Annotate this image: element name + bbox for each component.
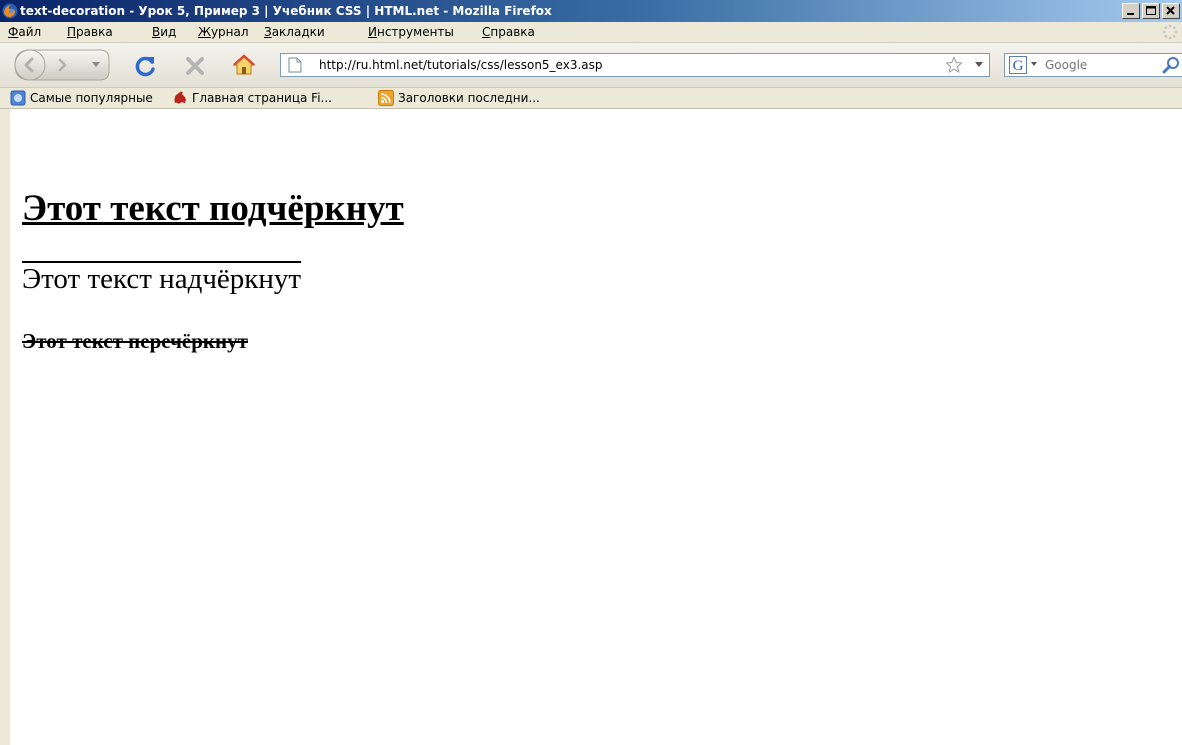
menu-view-label: ид bbox=[160, 25, 177, 39]
menu-bookmarks[interactable]: Закладки bbox=[264, 25, 325, 39]
rss-feed-icon bbox=[378, 90, 394, 106]
bookmark-firefox-home-label: Главная страница Fi... bbox=[192, 91, 332, 105]
search-engine-dropdown-icon[interactable] bbox=[1031, 62, 1037, 67]
google-icon[interactable]: G bbox=[1009, 56, 1027, 74]
menu-help[interactable]: Справка bbox=[482, 25, 535, 39]
menu-file-label: айл bbox=[18, 25, 42, 39]
menu-edit-accel: П bbox=[67, 25, 77, 39]
forward-icon[interactable] bbox=[54, 57, 70, 73]
window-title: text-decoration - Урок 5, Пример 3 | Уче… bbox=[20, 4, 552, 18]
menu-history[interactable]: Журнал bbox=[198, 25, 249, 39]
magnifier-icon[interactable] bbox=[1162, 56, 1180, 74]
linethrough-heading: Этот текст перечёркнут bbox=[22, 329, 248, 353]
menu-tools[interactable]: Инструменты bbox=[368, 25, 454, 39]
minimize-icon bbox=[1127, 13, 1134, 15]
svg-text:G: G bbox=[1013, 58, 1024, 74]
menu-file[interactable]: Файл bbox=[8, 25, 41, 39]
bookmark-star-icon[interactable] bbox=[945, 56, 963, 74]
underlined-heading: Этот текст подчёркнут bbox=[22, 188, 404, 229]
close-button[interactable] bbox=[1162, 3, 1180, 19]
menu-help-label: правка bbox=[490, 25, 535, 39]
overlined-heading: Этот текст надчёркнут bbox=[22, 263, 302, 295]
menu-file-accel: Ф bbox=[8, 25, 19, 39]
home-icon[interactable] bbox=[232, 53, 256, 77]
bookmark-news-headlines-label: Заголовки последни... bbox=[398, 91, 540, 105]
close-icon bbox=[1166, 6, 1175, 15]
browser-window: text-decoration - Урок 5, Пример 3 | Уче… bbox=[0, 0, 1182, 745]
firefox-home-icon bbox=[174, 91, 186, 104]
bookmarks-toolbar: Самые популярные Главная страница Fi... … bbox=[0, 88, 1182, 109]
search-input[interactable] bbox=[1045, 55, 1145, 75]
menu-bookmarks-label: акладки bbox=[271, 25, 325, 39]
url-text[interactable]: http://ru.html.net/tutorials/css/lesson5… bbox=[319, 54, 603, 76]
window-controls bbox=[1122, 3, 1180, 19]
page-content: Этот текст подчёркнут Этот текст надчёрк… bbox=[0, 109, 1182, 745]
firefox-icon bbox=[2, 3, 18, 19]
reload-icon[interactable] bbox=[134, 54, 158, 78]
menu-view-accel: В bbox=[152, 25, 161, 39]
menu-history-label: урнал bbox=[210, 25, 249, 39]
minimize-button[interactable] bbox=[1122, 3, 1140, 19]
menu-history-accel: Ж bbox=[198, 25, 211, 39]
url-dropdown-icon[interactable] bbox=[975, 62, 983, 68]
maximize-icon bbox=[1146, 6, 1156, 15]
menu-tools-accel: И bbox=[368, 25, 377, 39]
page-icon bbox=[288, 57, 302, 73]
menu-tools-label: нструменты bbox=[376, 25, 454, 39]
title-bar: text-decoration - Урок 5, Пример 3 | Уче… bbox=[0, 0, 1182, 22]
address-bar[interactable]: http://ru.html.net/tutorials/css/lesson5… bbox=[280, 53, 990, 77]
menu-view[interactable]: Вид bbox=[152, 25, 176, 39]
menu-edit[interactable]: Правка bbox=[67, 25, 113, 39]
throbber-icon bbox=[1162, 24, 1178, 40]
menu-bookmarks-accel: З bbox=[264, 25, 272, 39]
navigation-toolbar: http://ru.html.net/tutorials/css/lesson5… bbox=[0, 43, 1182, 88]
maximize-button[interactable] bbox=[1142, 3, 1160, 19]
menu-edit-label: равка bbox=[76, 25, 113, 39]
back-icon[interactable] bbox=[20, 55, 40, 75]
history-dropdown-icon[interactable] bbox=[92, 62, 100, 68]
stop-icon[interactable] bbox=[184, 55, 206, 77]
bookmark-most-visited-label: Самые популярные bbox=[30, 91, 153, 105]
back-forward-group bbox=[14, 49, 124, 81]
search-bar: G bbox=[1004, 53, 1182, 77]
most-visited-icon bbox=[10, 90, 26, 106]
menu-bar: Файл Правка Вид Журнал Закладки Инструме… bbox=[0, 22, 1182, 43]
